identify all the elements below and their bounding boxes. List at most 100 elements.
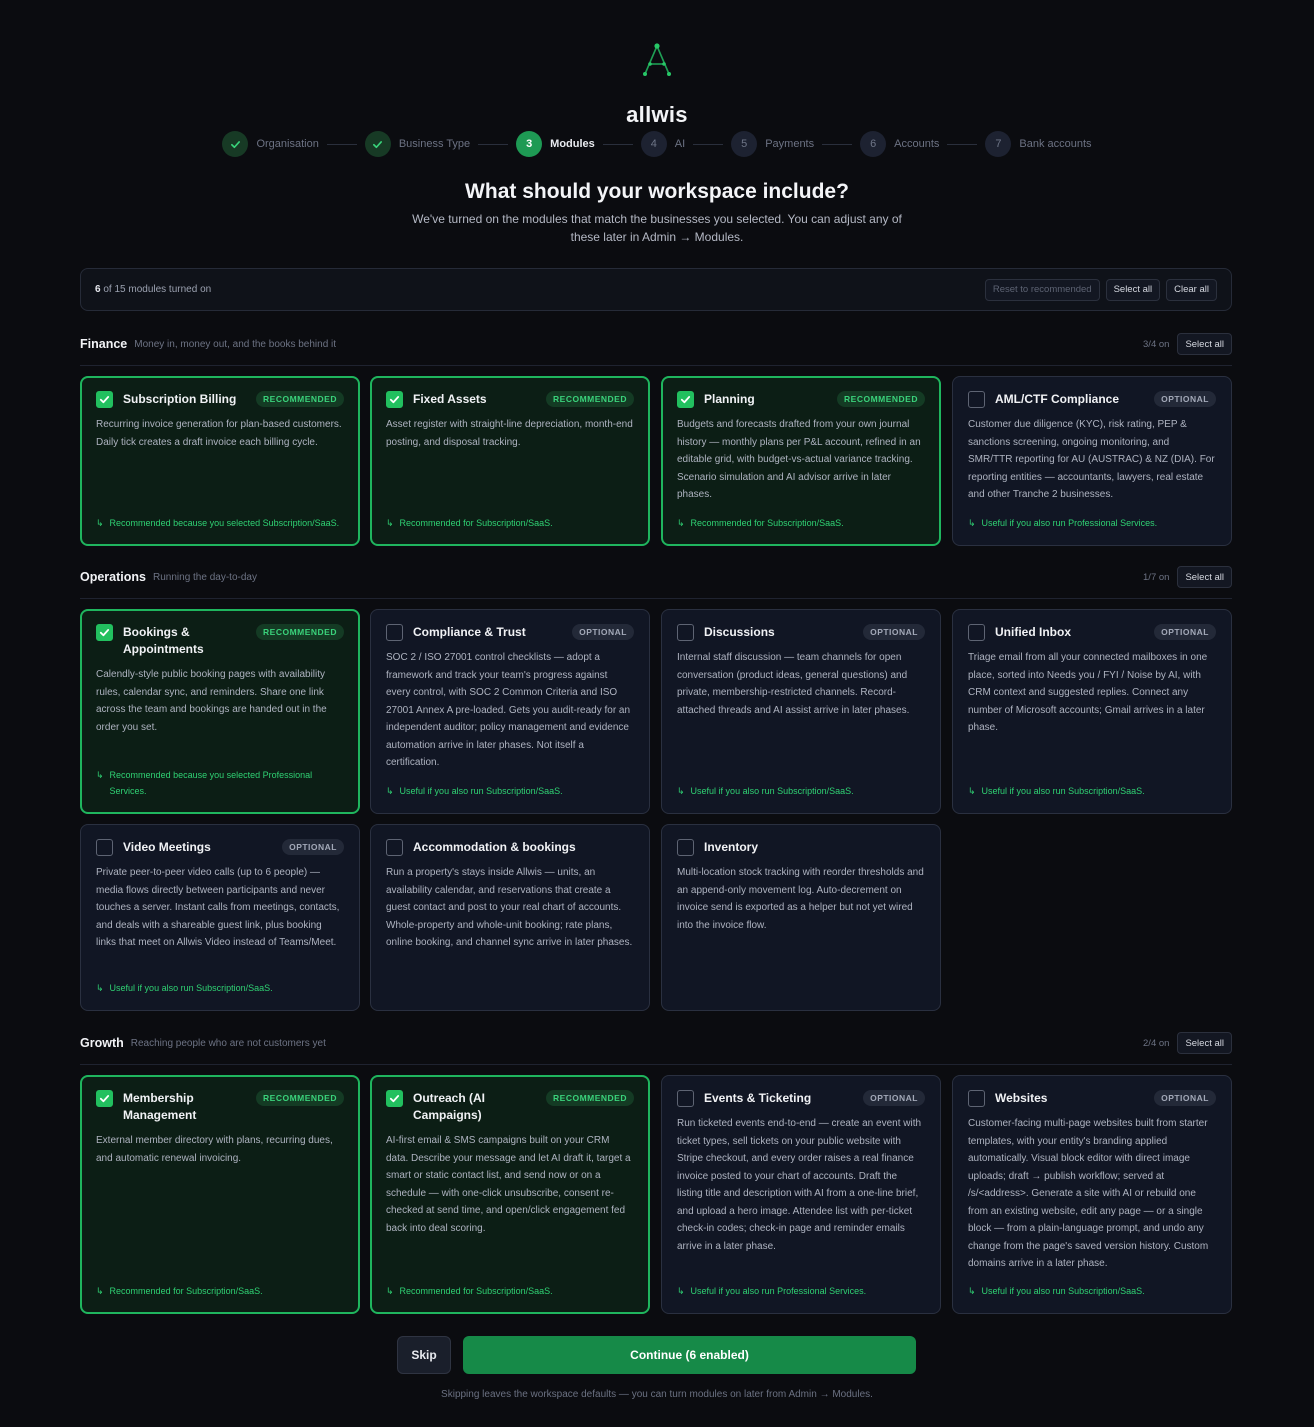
note-text: Recommended because you selected Profess… [109,770,313,796]
module-card-header: Accommodation & bookings [386,839,634,856]
section-select-all-button[interactable]: Select all [1177,566,1232,588]
return-arrow-icon: ↳ [96,983,104,993]
module-title: Outreach (AI Campaigns) [413,1091,486,1122]
return-arrow-icon: ↳ [96,1286,104,1296]
section-description: Money in, money out, and the books behin… [134,338,337,350]
module-card[interactable]: Compliance & Trust OPTIONAL SOC 2 / ISO 27… [370,609,650,814]
module-badge: RECOMMENDED [256,391,344,407]
skip-button[interactable]: Skip [397,1336,451,1374]
checkbox-checked-icon[interactable] [386,391,403,408]
module-card-header: Websites OPTIONAL [968,1090,1216,1107]
checkbox-unchecked-icon[interactable] [968,624,985,641]
select-all-modules-button[interactable]: Select all [1105,278,1161,301]
module-card[interactable]: Bookings & Appointments RECOMMENDED Calend… [80,609,360,814]
step-5: 5 Payments [731,131,814,157]
checkbox-unchecked-icon[interactable] [386,839,403,856]
section-divider [80,598,1232,599]
note-text: Recommended for Subscription/SaaS. [109,1286,263,1296]
module-badge: RECOMMENDED [837,391,925,407]
module-description: Run ticketed events end-to-end — create … [677,1118,922,1252]
checkbox-unchecked-icon[interactable] [96,839,113,856]
module-recommendation-note: ↳ Recommended because you selected Subscr… [96,515,344,531]
section-on-count: 2/4 on [1143,1037,1170,1049]
module-card-header: Subscription Billing RECOMMENDED [96,391,344,408]
checkbox-unchecked-icon[interactable] [677,1090,694,1107]
section-title: Operations [80,570,146,584]
step-6: 6 Accounts [860,131,939,157]
step-4: 4 AI [640,131,685,157]
checkbox-checked-icon[interactable] [386,1090,403,1107]
section-select-all-button[interactable]: Select all [1177,333,1232,355]
module-card[interactable]: Subscription Billing RECOMMENDED Recurring… [80,376,360,546]
step-number: 4 [640,131,667,157]
module-card[interactable]: Planning RECOMMENDED Budgets and forecasts… [661,376,941,546]
stepper-connector [326,143,357,145]
page-subtitle: We've turned on the modules that match t… [412,212,902,244]
module-badge: RECOMMENDED [546,1090,634,1106]
module-description: Run a property's stays inside Allwis — u… [386,867,633,948]
module-card[interactable]: Discussions OPTIONAL Internal staff discus… [661,609,941,814]
modules-count-bar: 6 of 15 modules turned on Reset to recom… [80,268,1232,311]
module-recommendation-note: ↳ Useful if you also run Subscription/Saa… [386,783,635,799]
module-card-header: Fixed Assets RECOMMENDED [386,391,634,408]
module-card[interactable]: Fixed Assets RECOMMENDED Asset register wi… [370,376,650,546]
module-card[interactable]: Accommodation & bookings Run a property's… [370,824,650,1011]
module-description: Budgets and forecasts drafted from your … [677,419,921,500]
checkbox-unchecked-icon[interactable] [386,624,403,641]
step-done-check-icon [222,131,249,157]
module-description: Private peer-to-peer video calls (up to … [96,867,340,948]
module-title: Subscription Billing [123,392,237,406]
checkbox-checked-icon[interactable] [96,1090,113,1107]
return-arrow-icon: ↳ [96,770,104,780]
module-badge: RECOMMENDED [256,1090,344,1106]
module-description: Calendly-style public booking pages with… [96,669,327,733]
module-recommendation-note: ↳ Recommended because you selected Profes… [96,767,344,799]
module-card[interactable]: Events & Ticketing OPTIONAL Run ticketed e… [661,1075,941,1314]
module-card[interactable]: Unified Inbox OPTIONAL Triage email from a… [952,609,1232,814]
page-title: What should your workspace include? [465,180,849,203]
module-card[interactable]: Membership Management RECOMMENDED External… [80,1075,360,1314]
module-description: External member directory with plans, re… [96,1135,333,1164]
module-card-header: Events & Ticketing OPTIONAL [677,1090,925,1107]
module-recommendation-note: ↳ Useful if you also run Subscription/Saa… [968,783,1217,799]
module-card[interactable]: Websites OPTIONAL Customer-facing multi-pa… [952,1075,1232,1314]
module-description: Recurring invoice generation for plan-ba… [96,419,342,448]
module-card[interactable]: AML/CTF Compliance OPTIONAL Customer due d… [952,376,1232,546]
note-text: Recommended for Subscription/SaaS. [690,518,844,528]
step-label: Payments [765,138,815,150]
module-card[interactable]: Inventory Multi-location stock tracking w… [661,824,941,1011]
section-header-growth: Growth Reaching people who are not custom… [80,1031,1232,1055]
module-card[interactable]: Video Meetings OPTIONAL Private peer-to-pe… [80,824,360,1011]
checkbox-unchecked-icon[interactable] [968,391,985,408]
module-card[interactable]: Outreach (AI Campaigns) RECOMMENDED AI-fir… [370,1075,650,1314]
module-recommendation-note: ↳ Recommended for Subscription/SaaS. [677,515,925,531]
note-text: Useful if you also run Subscription/SaaS… [981,786,1145,796]
step-label: Bank accounts [1019,138,1092,150]
onboarding-stepper: Organisation Business Type 3 Modules 4 AI 5 Pay… [0,131,1314,157]
checkbox-checked-icon[interactable] [677,391,694,408]
modules-count: 6 of 15 modules turned on [95,284,212,295]
clear-all-modules-button[interactable]: Clear all [1166,278,1217,301]
step-done-check-icon [364,131,391,157]
section-description: Reaching people who are not customers ye… [130,1037,326,1049]
module-title: Membership Management [123,1091,197,1122]
module-title: Unified Inbox [995,625,1071,639]
return-arrow-icon: ↳ [968,1286,976,1296]
section-select-all-button[interactable]: Select all [1177,1032,1232,1054]
module-card-header: Membership Management RECOMMENDED [96,1090,344,1124]
module-title: Websites [995,1091,1048,1105]
checkbox-unchecked-icon[interactable] [677,839,694,856]
module-badge: OPTIONAL [1154,391,1216,407]
reset-to-recommended-button[interactable]: Reset to recommended [984,278,1100,301]
checkbox-checked-icon[interactable] [96,391,113,408]
module-title: Bookings & Appointments [123,625,204,656]
continue-button[interactable]: Continue (6 enabled) [463,1336,916,1374]
checkbox-unchecked-icon[interactable] [968,1090,985,1107]
module-description: Internal staff discussion — team channel… [677,652,910,716]
note-text: Useful if you also run Subscription/SaaS… [981,1286,1145,1296]
module-description: Customer-facing multi-page websites buil… [968,1118,1209,1269]
step-label: Accounts [894,138,940,150]
section-divider [80,1064,1232,1065]
checkbox-unchecked-icon[interactable] [677,624,694,641]
checkbox-checked-icon[interactable] [96,624,113,641]
